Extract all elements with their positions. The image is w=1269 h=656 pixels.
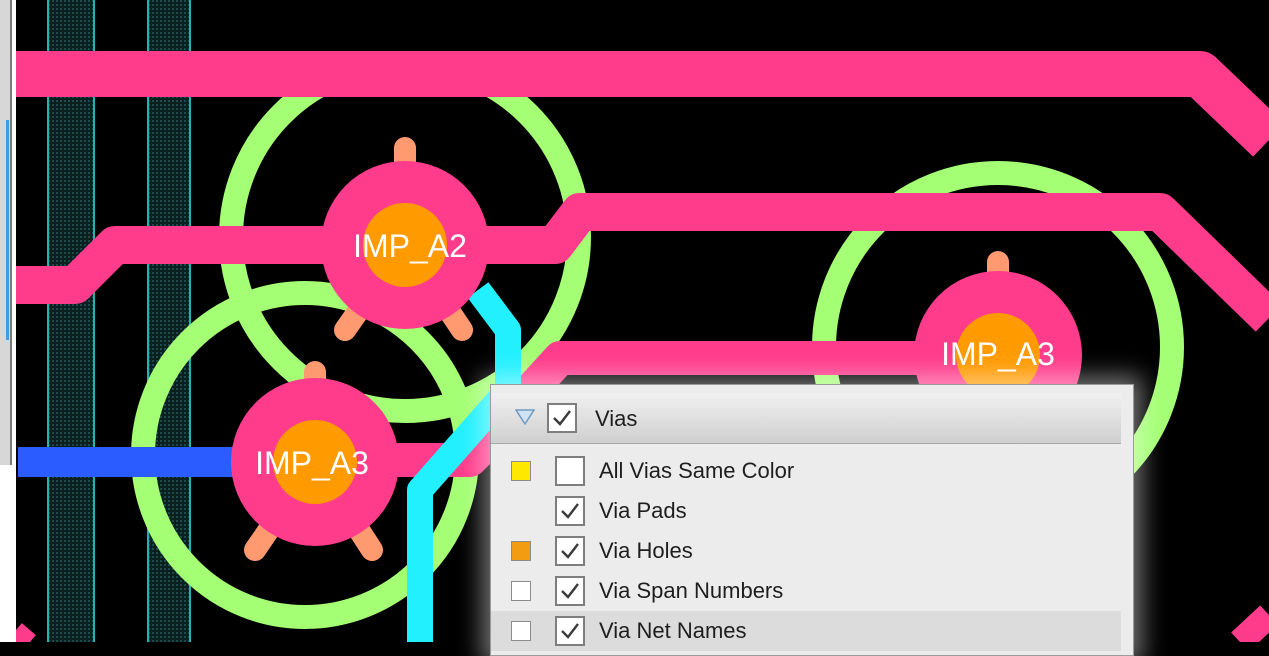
option-label: Via Net Names <box>599 618 747 643</box>
option-via-net-names[interactable]: Via Net Names <box>491 611 1121 651</box>
color-swatch[interactable] <box>511 621 531 641</box>
option-via-pads[interactable]: Via Pads <box>491 491 1121 531</box>
option-via-span-numbers[interactable]: Via Span Numbers <box>491 571 1121 611</box>
checkbox[interactable] <box>555 576 585 606</box>
option-label: Via Pads <box>599 498 687 523</box>
checkbox[interactable] <box>555 536 585 566</box>
checkmark-icon <box>561 503 579 519</box>
checkbox[interactable] <box>555 456 585 486</box>
option-label: All Vias Same Color <box>599 458 795 483</box>
bottom-left-trace <box>10 623 36 642</box>
vias-group-label: Vias <box>595 406 638 431</box>
checkmark-icon <box>553 410 571 426</box>
checkmark-icon <box>561 583 579 599</box>
option-via-holes[interactable]: Via Holes <box>491 531 1121 571</box>
triangle-down-icon[interactable] <box>515 409 535 425</box>
left-panel-accent <box>6 120 9 340</box>
option-label: Via Span Numbers <box>599 578 784 603</box>
checkbox[interactable] <box>555 496 585 526</box>
color-swatch[interactable] <box>511 541 531 561</box>
color-swatch[interactable] <box>511 581 531 601</box>
vias-display-panel: Vias All Vias Same Color Via Pads Via Ho… <box>490 384 1134 656</box>
checkmark-icon <box>561 623 579 639</box>
left-window-edge <box>0 0 16 642</box>
vias-group-header[interactable]: Vias <box>491 393 1121 444</box>
vias-group-checkbox[interactable] <box>547 403 577 433</box>
option-label: Via Holes <box>599 538 693 563</box>
checkmark-icon <box>561 543 579 559</box>
via-net-name: IMP_A3 <box>941 336 1055 372</box>
color-swatch[interactable] <box>511 461 531 481</box>
option-all-vias-same-color[interactable]: All Vias Same Color <box>491 451 1121 491</box>
via-net-name: IMP_A3 <box>255 445 369 481</box>
via-net-name: IMP_A2 <box>353 228 467 264</box>
